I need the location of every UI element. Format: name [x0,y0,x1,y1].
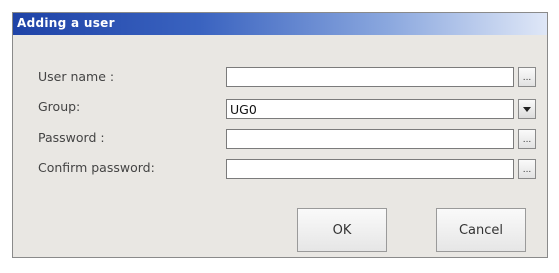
add-user-dialog: Adding a user User name : ... Group: UG0… [12,12,548,258]
password-label: Password : [38,130,105,145]
username-input[interactable] [226,67,514,87]
group-selected-value: UG0 [230,102,257,117]
confirm-password-browse-button[interactable]: ... [518,159,536,179]
group-label: Group: [38,99,81,114]
username-browse-button[interactable]: ... [518,67,536,87]
confirm-password-label: Confirm password: [38,160,155,175]
password-browse-button[interactable]: ... [518,129,536,149]
group-select[interactable]: UG0 [226,99,514,119]
group-dropdown-button[interactable] [518,99,536,119]
ok-button[interactable]: OK [297,208,387,252]
dialog-title: Adding a user [17,16,115,30]
cancel-button[interactable]: Cancel [436,208,526,252]
confirm-password-input[interactable] [226,159,514,179]
chevron-down-icon [523,107,531,112]
password-input[interactable] [226,129,514,149]
title-bar: Adding a user [13,13,547,35]
username-label: User name : [38,69,115,84]
